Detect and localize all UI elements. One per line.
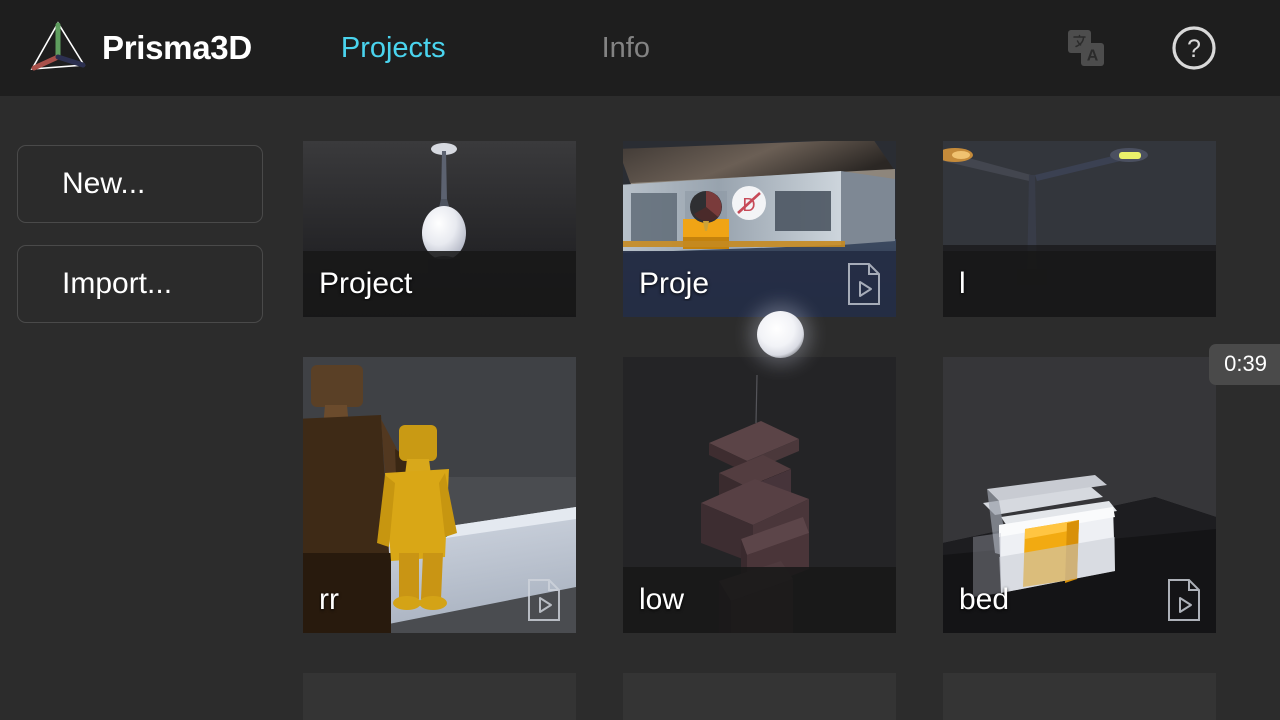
project-label-bar: low: [623, 567, 896, 633]
project-title: Proje: [639, 267, 710, 300]
project-label-bar: bed: [943, 567, 1216, 633]
main-nav: Projects Info: [327, 26, 664, 71]
project-row: rr low bed: [303, 357, 1223, 673]
new-project-button[interactable]: New...: [17, 145, 263, 223]
project-card[interactable]: [303, 673, 576, 720]
project-label-bar: Project: [303, 251, 576, 317]
recording-timer-badge: 0:39: [1209, 344, 1280, 385]
project-card[interactable]: bed: [943, 357, 1216, 633]
new-project-label: New...: [62, 167, 146, 200]
sidebar: New... Import...: [17, 145, 263, 345]
project-card-selected[interactable]: D Proje: [623, 141, 896, 317]
document-play-icon[interactable]: [846, 262, 882, 306]
project-card[interactable]: rr: [303, 357, 576, 633]
project-card[interactable]: [623, 673, 896, 720]
project-label-bar: Proje: [623, 251, 896, 317]
project-row-partial: [303, 673, 1223, 720]
svg-text:A: A: [1087, 48, 1099, 65]
project-title: rr: [319, 583, 339, 616]
project-title: Project: [319, 267, 413, 300]
svg-text:?: ?: [1187, 35, 1201, 63]
document-play-icon[interactable]: [1166, 578, 1202, 622]
project-card[interactable]: Project: [303, 141, 576, 317]
brand: Prisma3D: [22, 17, 252, 79]
app-header: Prisma3D Projects Info A ?: [0, 0, 1280, 96]
document-play-icon[interactable]: [526, 578, 562, 622]
import-project-button[interactable]: Import...: [17, 245, 263, 323]
project-title: bed: [959, 583, 1010, 616]
header-actions: A ?: [1064, 0, 1280, 96]
tab-info[interactable]: Info: [588, 26, 664, 71]
project-label-bar: l: [943, 251, 1216, 317]
prisma3d-app-window: Prisma3D Projects Info A ? New... Import…: [0, 0, 1280, 720]
project-card[interactable]: low: [623, 357, 896, 633]
project-card[interactable]: [943, 673, 1216, 720]
project-title: l: [959, 267, 966, 300]
project-grid: Project D Proje l rr low bed: [303, 141, 1223, 720]
project-card[interactable]: l: [943, 141, 1216, 317]
tab-projects[interactable]: Projects: [327, 26, 460, 71]
prisma3d-tetrahedron-logo-icon: [30, 21, 86, 71]
project-title: low: [639, 583, 685, 616]
project-row: Project D Proje l: [303, 141, 1223, 357]
help-icon[interactable]: ?: [1170, 24, 1218, 72]
app-title: Prisma3D: [102, 29, 252, 66]
import-project-label: Import...: [62, 267, 173, 300]
project-label-bar: rr: [303, 567, 576, 633]
translate-icon[interactable]: A: [1064, 26, 1108, 70]
